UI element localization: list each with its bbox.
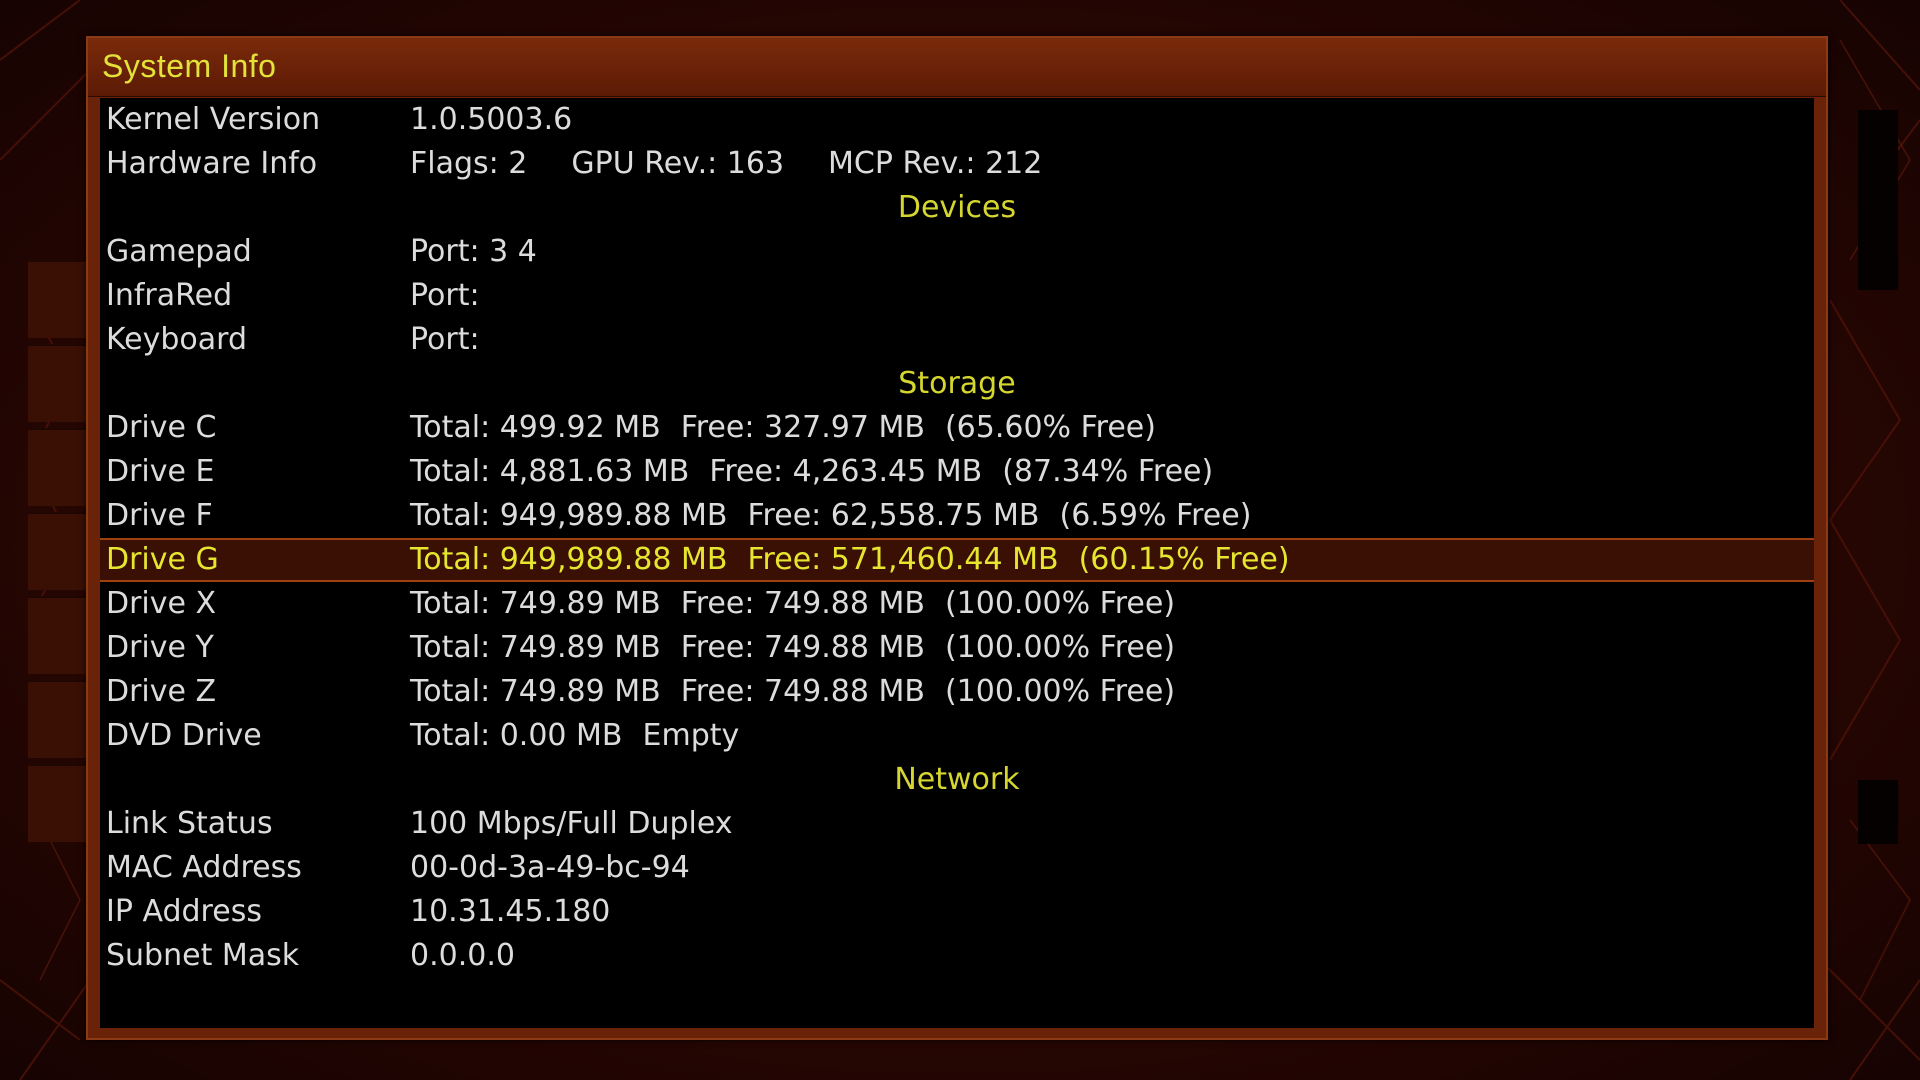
row-value: 10.31.45.180 xyxy=(410,894,611,929)
drive-total: Total: 749.89 MB xyxy=(410,674,661,709)
hardware-info-row[interactable]: Hardware Info Flags: 2 GPU Rev.: 163 MCP R… xyxy=(100,142,1814,186)
drive-row-z[interactable]: Drive Z Total: 749.89 MB Free: 749.88 MB (… xyxy=(100,670,1814,714)
panel-title: System Info xyxy=(102,48,277,84)
hardware-gpu-rev: GPU Rev.: 163 xyxy=(571,146,785,181)
section-heading-network: Network xyxy=(894,762,1020,797)
row-label: Kernel Version xyxy=(106,102,321,137)
dvd-total: Total: 0.00 MB xyxy=(410,718,623,753)
drive-total: Total: 949,989.88 MB xyxy=(410,498,728,533)
row-label: Drive C xyxy=(106,410,217,445)
left-side-block xyxy=(28,428,88,506)
row-label: Drive G xyxy=(106,542,219,577)
row-value: 00-0d-3a-49-bc-94 xyxy=(410,850,690,885)
row-value: Total: 949,989.88 MB Free: 62,558.75 MB (6… xyxy=(410,494,1251,538)
drive-row-e[interactable]: Drive E Total: 4,881.63 MB Free: 4,263.45… xyxy=(100,450,1814,494)
network-row-mac-address[interactable]: MAC Address 00-0d-3a-49-bc-94 xyxy=(100,846,1814,890)
row-value: Total: 499.92 MB Free: 327.97 MB (65.60% F… xyxy=(410,406,1156,450)
drive-free-percent: (60.15% Free) xyxy=(1078,542,1290,577)
row-label: MAC Address xyxy=(106,850,302,885)
hardware-mcp-rev: MCP Rev.: 212 xyxy=(828,146,1043,181)
row-label: IP Address xyxy=(106,894,262,929)
section-heading-devices: Devices xyxy=(897,190,1017,225)
row-label: Drive Z xyxy=(106,674,217,709)
row-value: 0.0.0.0 xyxy=(410,938,515,973)
hardware-flags: Flags: 2 xyxy=(410,146,528,181)
row-label: Keyboard xyxy=(106,322,248,357)
drive-free-percent: (65.60% Free) xyxy=(944,410,1156,445)
row-value: Port: 3 4 xyxy=(410,234,537,269)
row-value: 1.0.5003.6 xyxy=(410,102,573,137)
drive-row-g-selected[interactable]: Drive G Total: 949,989.88 MB Free: 571,46… xyxy=(100,538,1814,582)
drive-total: Total: 499.92 MB xyxy=(410,410,661,445)
row-label: DVD Drive xyxy=(106,718,262,753)
row-label: Drive X xyxy=(106,586,217,621)
right-side-block xyxy=(1858,110,1898,290)
drive-free: Free: 571,460.44 MB xyxy=(747,542,1059,577)
device-row-gamepad[interactable]: Gamepad Port: 3 4 xyxy=(100,230,1814,274)
left-side-block xyxy=(28,344,88,422)
device-row-infrared[interactable]: InfraRed Port: xyxy=(100,274,1814,318)
system-info-screen: System Info Kernel Version 1.0.5003.6 Ha… xyxy=(0,0,1920,1080)
system-info-panel: System Info Kernel Version 1.0.5003.6 Ha… xyxy=(86,36,1828,1040)
drive-free-percent: (100.00% Free) xyxy=(944,674,1176,709)
row-label: Drive F xyxy=(106,498,213,533)
row-value: Port: xyxy=(410,278,480,313)
section-heading-storage: Storage xyxy=(898,366,1016,401)
drive-row-f[interactable]: Drive F Total: 949,989.88 MB Free: 62,558… xyxy=(100,494,1814,538)
row-value: Total: 749.89 MB Free: 749.88 MB (100.00% … xyxy=(410,626,1175,670)
row-value: Flags: 2 GPU Rev.: 163 MCP Rev.: 212 xyxy=(410,142,1042,186)
drive-free: Free: 4,263.45 MB xyxy=(709,454,983,489)
dvd-drive-row[interactable]: DVD Drive Total: 0.00 MB Empty xyxy=(100,714,1814,758)
network-row-subnet-mask[interactable]: Subnet Mask 0.0.0.0 xyxy=(100,934,1814,978)
drive-total: Total: 749.89 MB xyxy=(410,586,661,621)
row-value: Port: xyxy=(410,322,480,357)
network-row-link-status[interactable]: Link Status 100 Mbps/Full Duplex xyxy=(100,802,1814,846)
left-side-block xyxy=(28,596,88,674)
drive-row-x[interactable]: Drive X Total: 749.89 MB Free: 749.88 MB (… xyxy=(100,582,1814,626)
drive-free: Free: 749.88 MB xyxy=(680,630,925,665)
drive-free: Free: 749.88 MB xyxy=(680,674,925,709)
network-row-ip-address[interactable]: IP Address 10.31.45.180 xyxy=(100,890,1814,934)
dvd-status: Empty xyxy=(642,718,740,753)
info-list: Kernel Version 1.0.5003.6 Hardware Info … xyxy=(100,98,1814,1028)
row-value: 100 Mbps/Full Duplex xyxy=(410,806,733,841)
row-label: Drive Y xyxy=(106,630,214,665)
drive-free-percent: (100.00% Free) xyxy=(944,630,1176,665)
drive-free-percent: (87.34% Free) xyxy=(1002,454,1214,489)
panel-title-bar: System Info xyxy=(88,38,1826,97)
row-label: Hardware Info xyxy=(106,146,318,181)
drive-total: Total: 949,989.88 MB xyxy=(410,542,728,577)
drive-free-percent: (6.59% Free) xyxy=(1059,498,1252,533)
right-side-block xyxy=(1858,780,1898,844)
drive-total: Total: 749.89 MB xyxy=(410,630,661,665)
device-row-keyboard[interactable]: Keyboard Port: xyxy=(100,318,1814,362)
drive-free-percent: (100.00% Free) xyxy=(944,586,1176,621)
row-value: Total: 0.00 MB Empty xyxy=(410,714,739,758)
drive-free: Free: 62,558.75 MB xyxy=(747,498,1040,533)
row-label: InfraRed xyxy=(106,278,233,313)
left-side-block xyxy=(28,512,88,590)
row-label: Drive E xyxy=(106,454,215,489)
row-label: Subnet Mask xyxy=(106,938,300,973)
row-label: Link Status xyxy=(106,806,273,841)
row-value: Total: 4,881.63 MB Free: 4,263.45 MB (87.3… xyxy=(410,450,1213,494)
left-side-block xyxy=(28,680,88,758)
drive-free: Free: 749.88 MB xyxy=(680,586,925,621)
drive-free: Free: 327.97 MB xyxy=(680,410,925,445)
row-value: Total: 749.89 MB Free: 749.88 MB (100.00% … xyxy=(410,582,1175,626)
drive-row-y[interactable]: Drive Y Total: 749.89 MB Free: 749.88 MB (… xyxy=(100,626,1814,670)
left-side-block xyxy=(28,260,88,338)
drive-row-c[interactable]: Drive C Total: 499.92 MB Free: 327.97 MB (… xyxy=(100,406,1814,450)
drive-total: Total: 4,881.63 MB xyxy=(410,454,690,489)
kernel-version-row[interactable]: Kernel Version 1.0.5003.6 xyxy=(100,98,1814,142)
row-value: Total: 949,989.88 MB Free: 571,460.44 MB (… xyxy=(410,540,1290,580)
row-value: Total: 749.89 MB Free: 749.88 MB (100.00% … xyxy=(410,670,1175,714)
row-label: Gamepad xyxy=(106,234,252,269)
left-side-block xyxy=(28,764,88,842)
